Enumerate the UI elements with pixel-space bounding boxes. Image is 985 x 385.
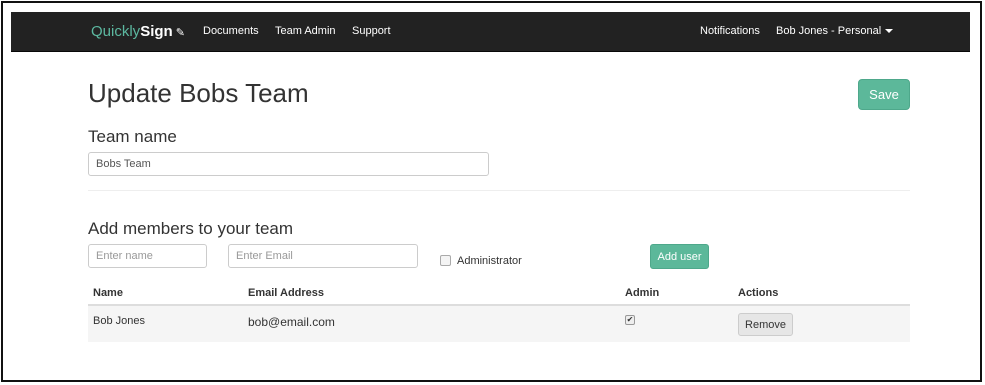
column-header-email: Email Address bbox=[248, 287, 325, 299]
administrator-checkbox[interactable] bbox=[440, 255, 451, 267]
user-menu-label: Bob Jones - Personal bbox=[776, 25, 882, 37]
caret-down-icon bbox=[885, 29, 894, 34]
user-menu[interactable]: Bob Jones - Personal bbox=[776, 25, 894, 37]
member-email-input[interactable] bbox=[228, 244, 418, 268]
nav-notifications[interactable]: Notifications bbox=[700, 25, 760, 37]
column-header-name: Name bbox=[93, 287, 123, 299]
save-button[interactable]: Save bbox=[858, 79, 910, 110]
administrator-label: Administrator bbox=[457, 254, 522, 267]
team-name-heading: Team name bbox=[88, 127, 177, 146]
top-navbar: QuicklySign ✎ Documents Team Admin Suppor… bbox=[11, 12, 970, 52]
remove-button[interactable]: Remove bbox=[738, 313, 793, 336]
page-title: Update Bobs Team bbox=[88, 78, 309, 108]
team-name-input[interactable] bbox=[88, 152, 489, 176]
brand-text-sign: Sign bbox=[140, 23, 173, 40]
column-header-actions: Actions bbox=[738, 287, 779, 299]
column-header-admin: Admin bbox=[625, 287, 660, 299]
brand-logo[interactable]: QuicklySign ✎ bbox=[91, 23, 185, 40]
brand-text-quickly: Quickly bbox=[91, 23, 141, 40]
pen-icon: ✎ bbox=[175, 27, 185, 39]
nav-team-admin[interactable]: Team Admin bbox=[275, 25, 336, 37]
nav-support[interactable]: Support bbox=[352, 25, 391, 37]
nav-documents[interactable]: Documents bbox=[203, 25, 259, 37]
section-divider bbox=[88, 190, 910, 191]
member-name-input[interactable] bbox=[88, 244, 207, 268]
member-name-cell: Bob Jones bbox=[93, 315, 145, 327]
admin-checkbox[interactable]: ✔ bbox=[625, 315, 635, 325]
member-email-cell: bob@email.com bbox=[248, 315, 335, 329]
add-members-heading: Add members to your team bbox=[88, 219, 294, 238]
administrator-option: Administrator bbox=[440, 252, 522, 270]
add-user-button[interactable]: Add user bbox=[650, 244, 709, 269]
